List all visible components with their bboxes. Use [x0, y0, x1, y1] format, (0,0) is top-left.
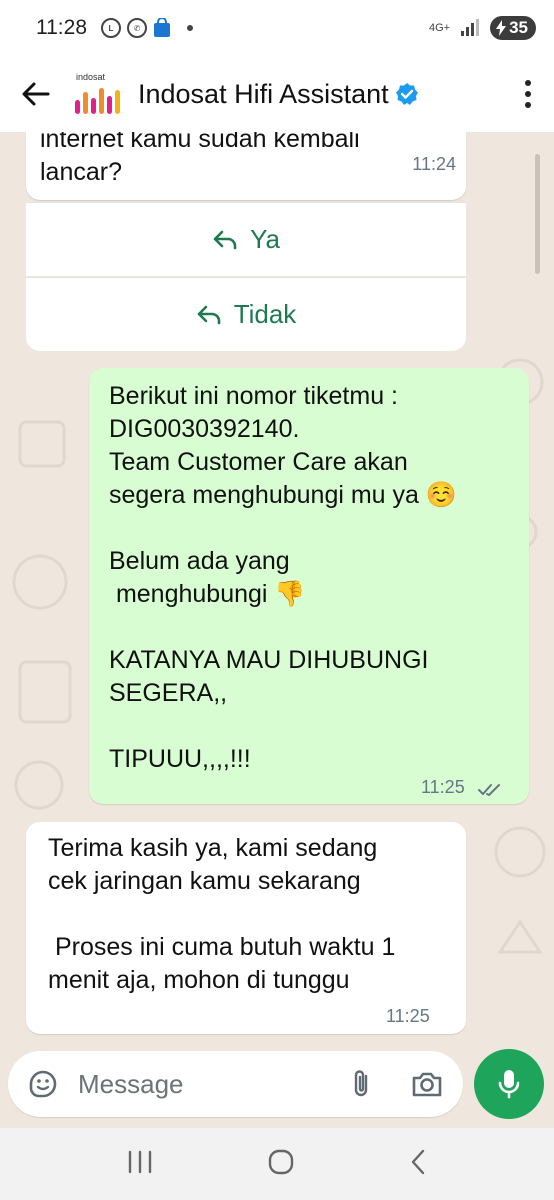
recent-apps-icon [128, 1150, 152, 1173]
more-options-button[interactable] [508, 56, 548, 132]
charging-bolt-icon [496, 20, 507, 36]
recent-apps-button[interactable] [127, 1150, 153, 1179]
chat-area[interactable]: internet kamu sudah kembali lancar? 11:2… [0, 132, 554, 1042]
battery-level: 35 [509, 18, 528, 37]
microphone-icon [498, 1070, 520, 1099]
contact-avatar[interactable]: indosat [72, 68, 124, 120]
message-input[interactable] [78, 1068, 328, 1100]
camera-icon [412, 1072, 442, 1097]
back-button[interactable] [0, 56, 72, 132]
attach-button[interactable] [328, 1068, 394, 1100]
chat-scrollbar[interactable] [535, 154, 540, 274]
message-text: internet kamu sudah kembali lancar? [40, 132, 360, 186]
arrow-left-icon [22, 82, 50, 106]
status-time: 11:28 [36, 16, 87, 39]
whatsapp-icon: ✆ [127, 18, 147, 38]
camera-button[interactable] [394, 1070, 460, 1098]
more-vertical-icon [525, 102, 531, 108]
more-vertical-icon [525, 80, 531, 86]
home-icon [268, 1149, 294, 1174]
quick-reply-ya[interactable]: Ya [26, 202, 466, 276]
contact-name[interactable]: Indosat Hifi Assistant [138, 79, 419, 110]
back-nav-icon [411, 1149, 425, 1174]
message-time: 11:24 [412, 154, 456, 174]
status-bar: 11:28 L ✆ 4G+ 35 [0, 0, 554, 56]
sticker-button[interactable] [8, 1068, 78, 1100]
more-vertical-icon [525, 91, 531, 97]
hifi-logo-icon [75, 88, 120, 114]
quick-reply-label: Tidak [233, 299, 297, 329]
quick-reply-tidak[interactable]: Tidak [26, 277, 466, 351]
message-composer [8, 1051, 463, 1117]
signal-icon [461, 19, 480, 36]
voice-message-button[interactable] [474, 1049, 544, 1119]
chat-header: indosat Indosat Hifi Assistant [0, 56, 554, 132]
shopping-bag-icon [154, 18, 170, 37]
message-text: Berikut ini nomor tiketmu : DIG003039214… [109, 382, 457, 773]
message-time: 11:25 [421, 777, 465, 797]
battery-indicator: 35 [490, 16, 536, 40]
paperclip-icon [354, 1070, 368, 1097]
quick-reply-label: Ya [250, 224, 280, 254]
home-button[interactable] [267, 1148, 295, 1181]
message-text: Terima kasih ya, kami sedang cek jaringa… [48, 834, 396, 994]
back-nav-button[interactable] [409, 1148, 427, 1181]
reply-icon [197, 305, 220, 324]
message-time: 11:25 [386, 1006, 430, 1026]
incoming-message[interactable]: Terima kasih ya, kami sedang cek jaringa… [26, 822, 466, 1034]
notification-icons: L ✆ [101, 18, 193, 38]
reply-icon [213, 230, 237, 249]
line-app-icon: L [101, 18, 121, 38]
system-nav-bar [0, 1128, 554, 1200]
sticker-icon [29, 1070, 57, 1098]
more-notifications-icon [187, 25, 193, 31]
network-type: 4G+ [428, 22, 451, 34]
status-right: 4G+ 35 [429, 16, 536, 40]
contact-name-text: Indosat Hifi Assistant [138, 78, 389, 109]
outgoing-message[interactable]: Berikut ini nomor tiketmu : DIG003039214… [89, 368, 529, 804]
verified-badge-icon [395, 83, 418, 105]
incoming-message[interactable]: internet kamu sudah kembali lancar? 11:2… [26, 132, 466, 200]
double-check-icon [478, 784, 500, 796]
